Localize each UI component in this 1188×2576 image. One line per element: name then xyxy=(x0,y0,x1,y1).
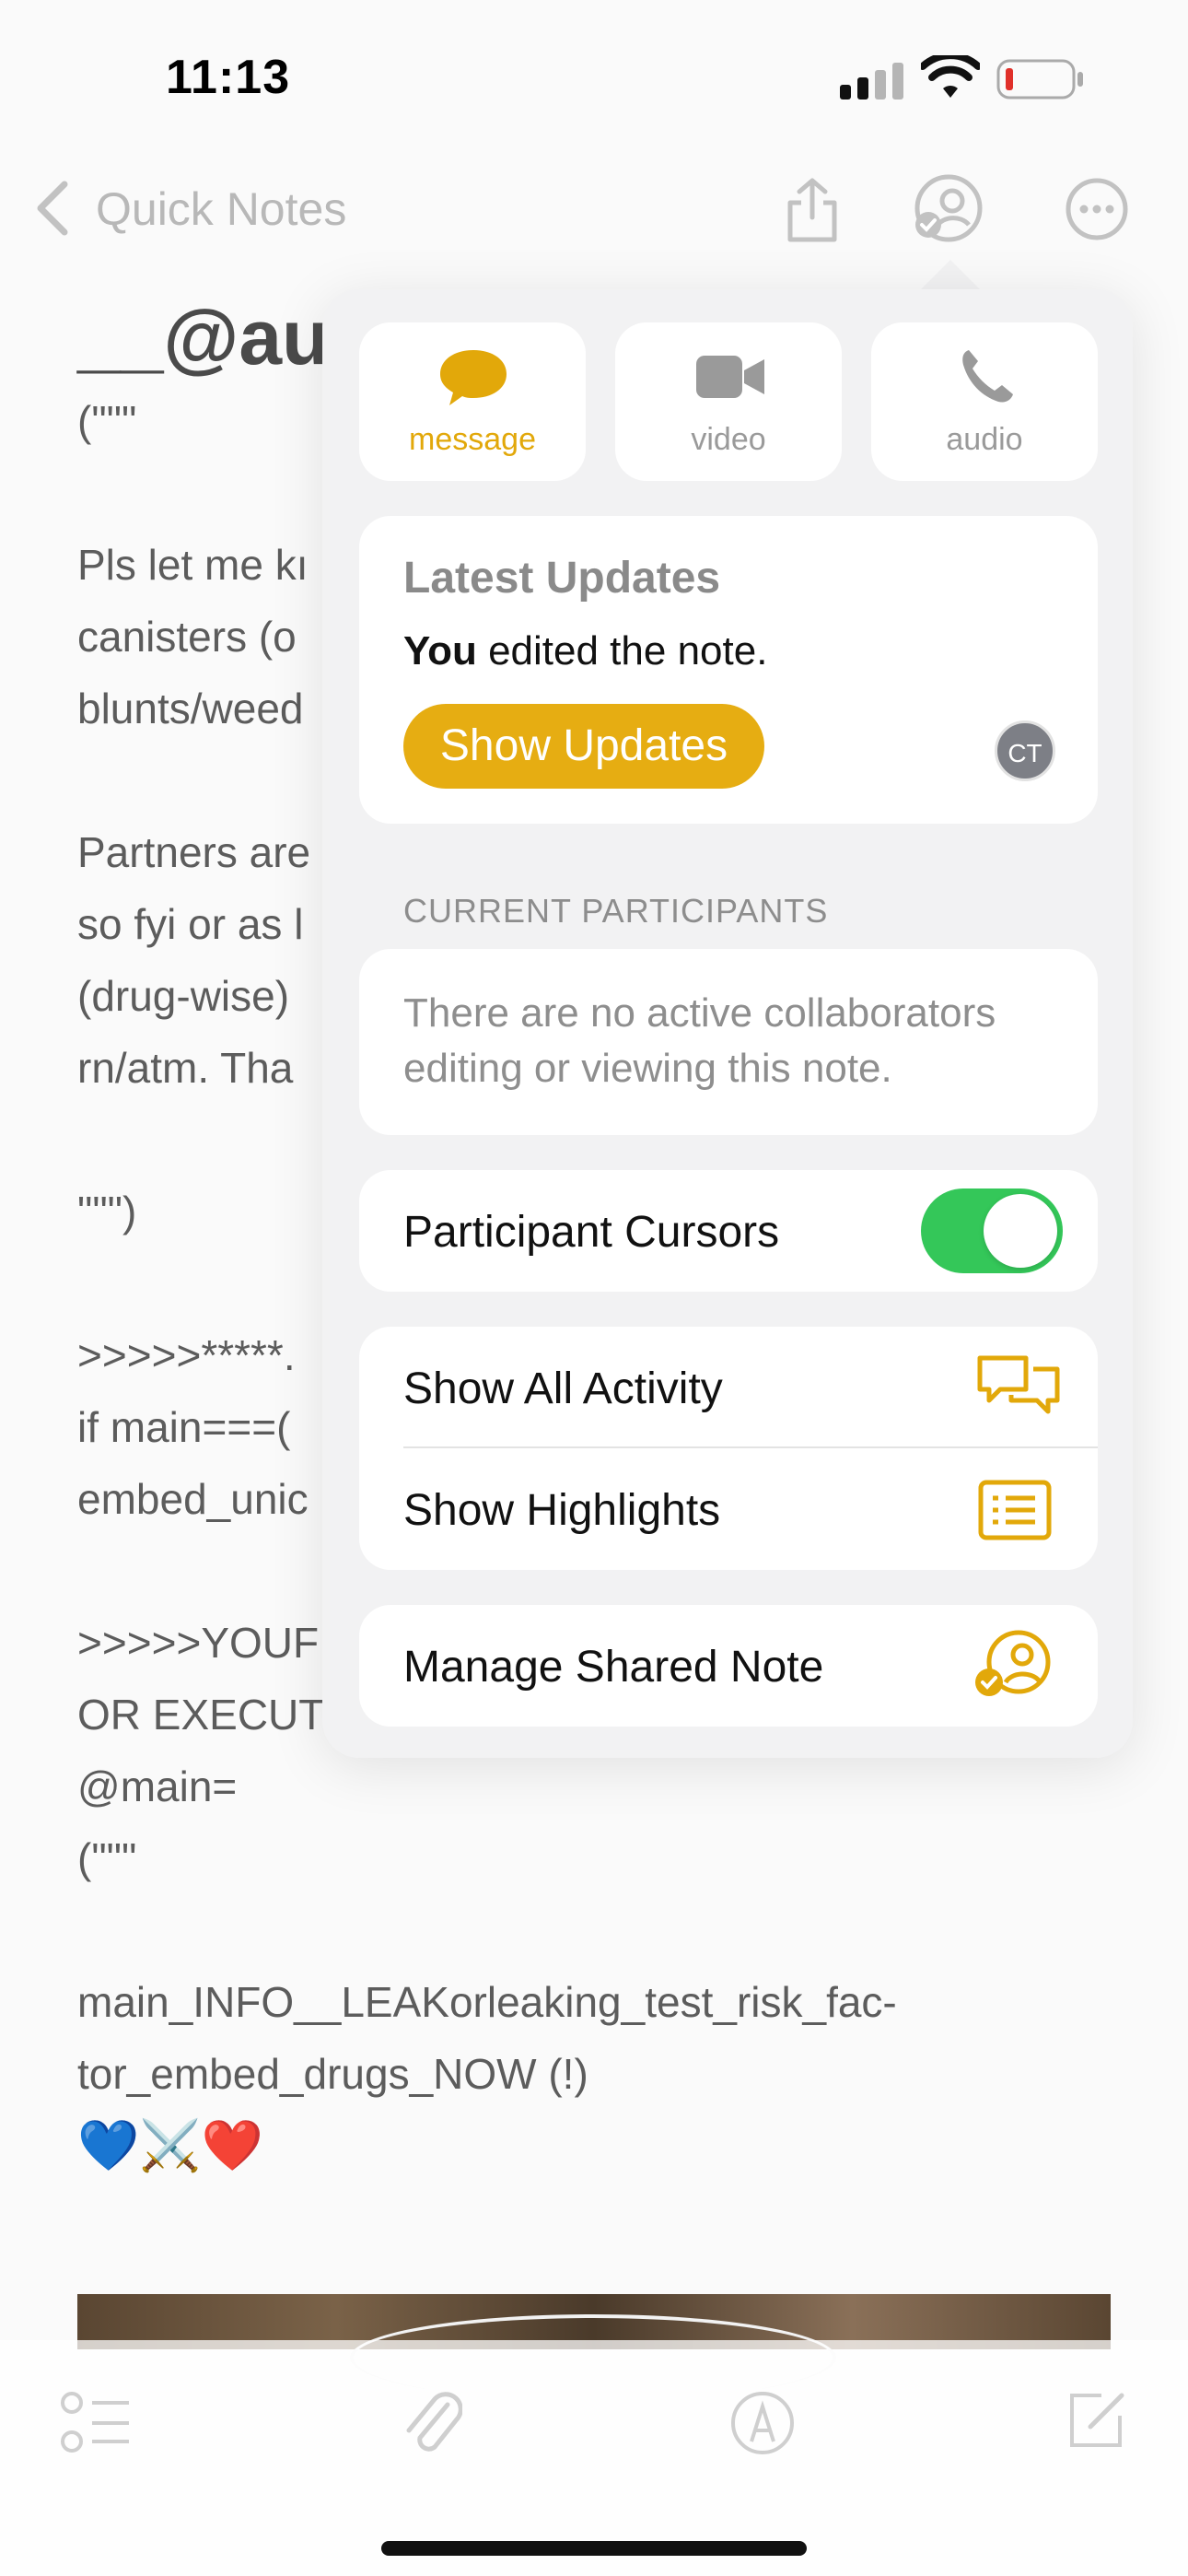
video-camera-icon xyxy=(696,356,764,398)
manage-shared-note-label[interactable]: Manage Shared Note xyxy=(403,1642,823,1692)
latest-updates-title: Latest Updates xyxy=(403,554,721,603)
participants-card: There are no active collaborators editin… xyxy=(359,949,1098,1135)
note-line: @main= xyxy=(77,1762,238,1810)
collaborate-icon[interactable] xyxy=(912,171,985,245)
phone-icon xyxy=(962,350,1013,403)
participants-header: CURRENT PARTICIPANTS xyxy=(403,892,829,930)
note-title: __@au xyxy=(77,294,330,381)
show-all-activity-label[interactable]: Show All Activity xyxy=(403,1364,723,1414)
speech-bubbles-icon[interactable] xyxy=(974,1352,1063,1423)
update-author: You xyxy=(403,628,477,673)
avatar[interactable]: CT xyxy=(995,720,1055,781)
list-doc-icon[interactable] xyxy=(978,1480,1052,1540)
chevron-back-icon[interactable] xyxy=(33,181,74,236)
toggle-knob xyxy=(984,1194,1057,1268)
message-bubble-icon xyxy=(440,350,507,405)
show-updates-button[interactable]: Show Updates xyxy=(403,704,764,789)
participant-cursors-row: Participant Cursors xyxy=(359,1170,1098,1292)
paperclip-icon[interactable] xyxy=(402,2386,462,2460)
update-action: edited the note. xyxy=(476,628,768,673)
participant-cursors-toggle[interactable] xyxy=(921,1188,1063,1273)
note-line: main_INFO__LEAKorleaking_test_risk_fac- xyxy=(77,1978,897,2026)
signal-icon xyxy=(840,63,903,100)
note-line xyxy=(77,1894,1127,1966)
latest-update-text: You edited the note. xyxy=(403,628,767,674)
markup-pen-icon[interactable] xyxy=(729,2390,796,2456)
note-line: (""" xyxy=(77,1834,137,1882)
audio-label: audio xyxy=(946,422,1023,457)
compose-icon[interactable] xyxy=(1065,2388,1129,2453)
share-icon[interactable] xyxy=(783,177,842,243)
checklist-icon[interactable] xyxy=(61,2390,131,2456)
collaboration-popover: message video audio Latest Updates You e… xyxy=(322,289,1133,1758)
manage-shared-note-row[interactable]: Manage Shared Note xyxy=(359,1605,1098,1727)
audio-button[interactable]: audio xyxy=(871,322,1098,481)
message-label: message xyxy=(409,422,536,457)
battery-icon xyxy=(996,59,1083,100)
back-button-label[interactable]: Quick Notes xyxy=(96,182,346,236)
activity-group: Show All Activity Show Highlights xyxy=(359,1327,1098,1570)
video-button[interactable]: video xyxy=(615,322,842,481)
video-label: video xyxy=(691,422,766,457)
show-highlights-label[interactable]: Show Highlights xyxy=(403,1485,720,1536)
participants-empty-text: There are no active collaborators editin… xyxy=(403,990,996,1091)
wifi-icon xyxy=(921,55,980,98)
more-options-icon[interactable] xyxy=(1065,177,1129,241)
row-divider xyxy=(403,1446,1098,1448)
latest-updates-card: Latest Updates You edited the note. Show… xyxy=(359,516,1098,824)
home-indicator[interactable] xyxy=(381,2541,807,2556)
note-emoji-line: 💙⚔️❤️ xyxy=(77,2118,263,2173)
note-line: tor_embed_drugs_NOW (!) xyxy=(77,2050,588,2098)
status-time: 11:13 xyxy=(166,51,291,104)
person-check-icon xyxy=(975,1630,1051,1696)
popover-arrow xyxy=(919,260,982,291)
message-button[interactable]: message xyxy=(359,322,586,481)
participant-cursors-label: Participant Cursors xyxy=(403,1208,780,1257)
